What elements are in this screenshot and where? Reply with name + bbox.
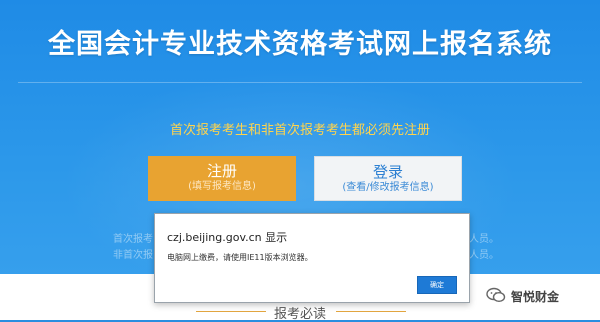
register-button-sublabel: (填写报考信息) — [188, 181, 256, 192]
page-title: 全国会计专业技术资格考试网上报名系统 — [48, 29, 552, 60]
browser-alert-dialog: czj.beijing.gov.cn 显示 电脑网上缴费，请使用IE11版本浏览… — [154, 213, 470, 303]
registration-notice: 首次报考考生和非首次报考考生都必须先注册 — [169, 123, 430, 138]
dialog-message: 电脑网上缴费，请使用IE11版本浏览器。 — [167, 253, 313, 262]
background-text-left-2: 非首次报 — [113, 250, 153, 261]
login-button[interactable]: 登录 (查看/修改报考信息) — [314, 156, 462, 201]
background-text-right-2: 人员。 — [469, 250, 499, 261]
watermark: 智悦财金 — [486, 287, 559, 306]
register-button[interactable]: 注册 (填写报考信息) — [148, 156, 296, 201]
login-button-sublabel: (查看/修改报考信息) — [342, 182, 434, 193]
dialog-title: czj.beijing.gov.cn 显示 — [167, 231, 288, 244]
login-button-label: 登录 — [372, 163, 403, 181]
register-button-label: 注册 — [206, 162, 237, 180]
background-text-left-1: 首次报考 — [113, 234, 153, 245]
background-text-right-1: 人员。 — [469, 234, 499, 245]
title-divider — [18, 82, 582, 83]
wechat-icon — [486, 287, 506, 306]
dialog-ok-button[interactable]: 确定 — [417, 276, 457, 294]
watermark-text: 智悦财金 — [511, 290, 560, 304]
